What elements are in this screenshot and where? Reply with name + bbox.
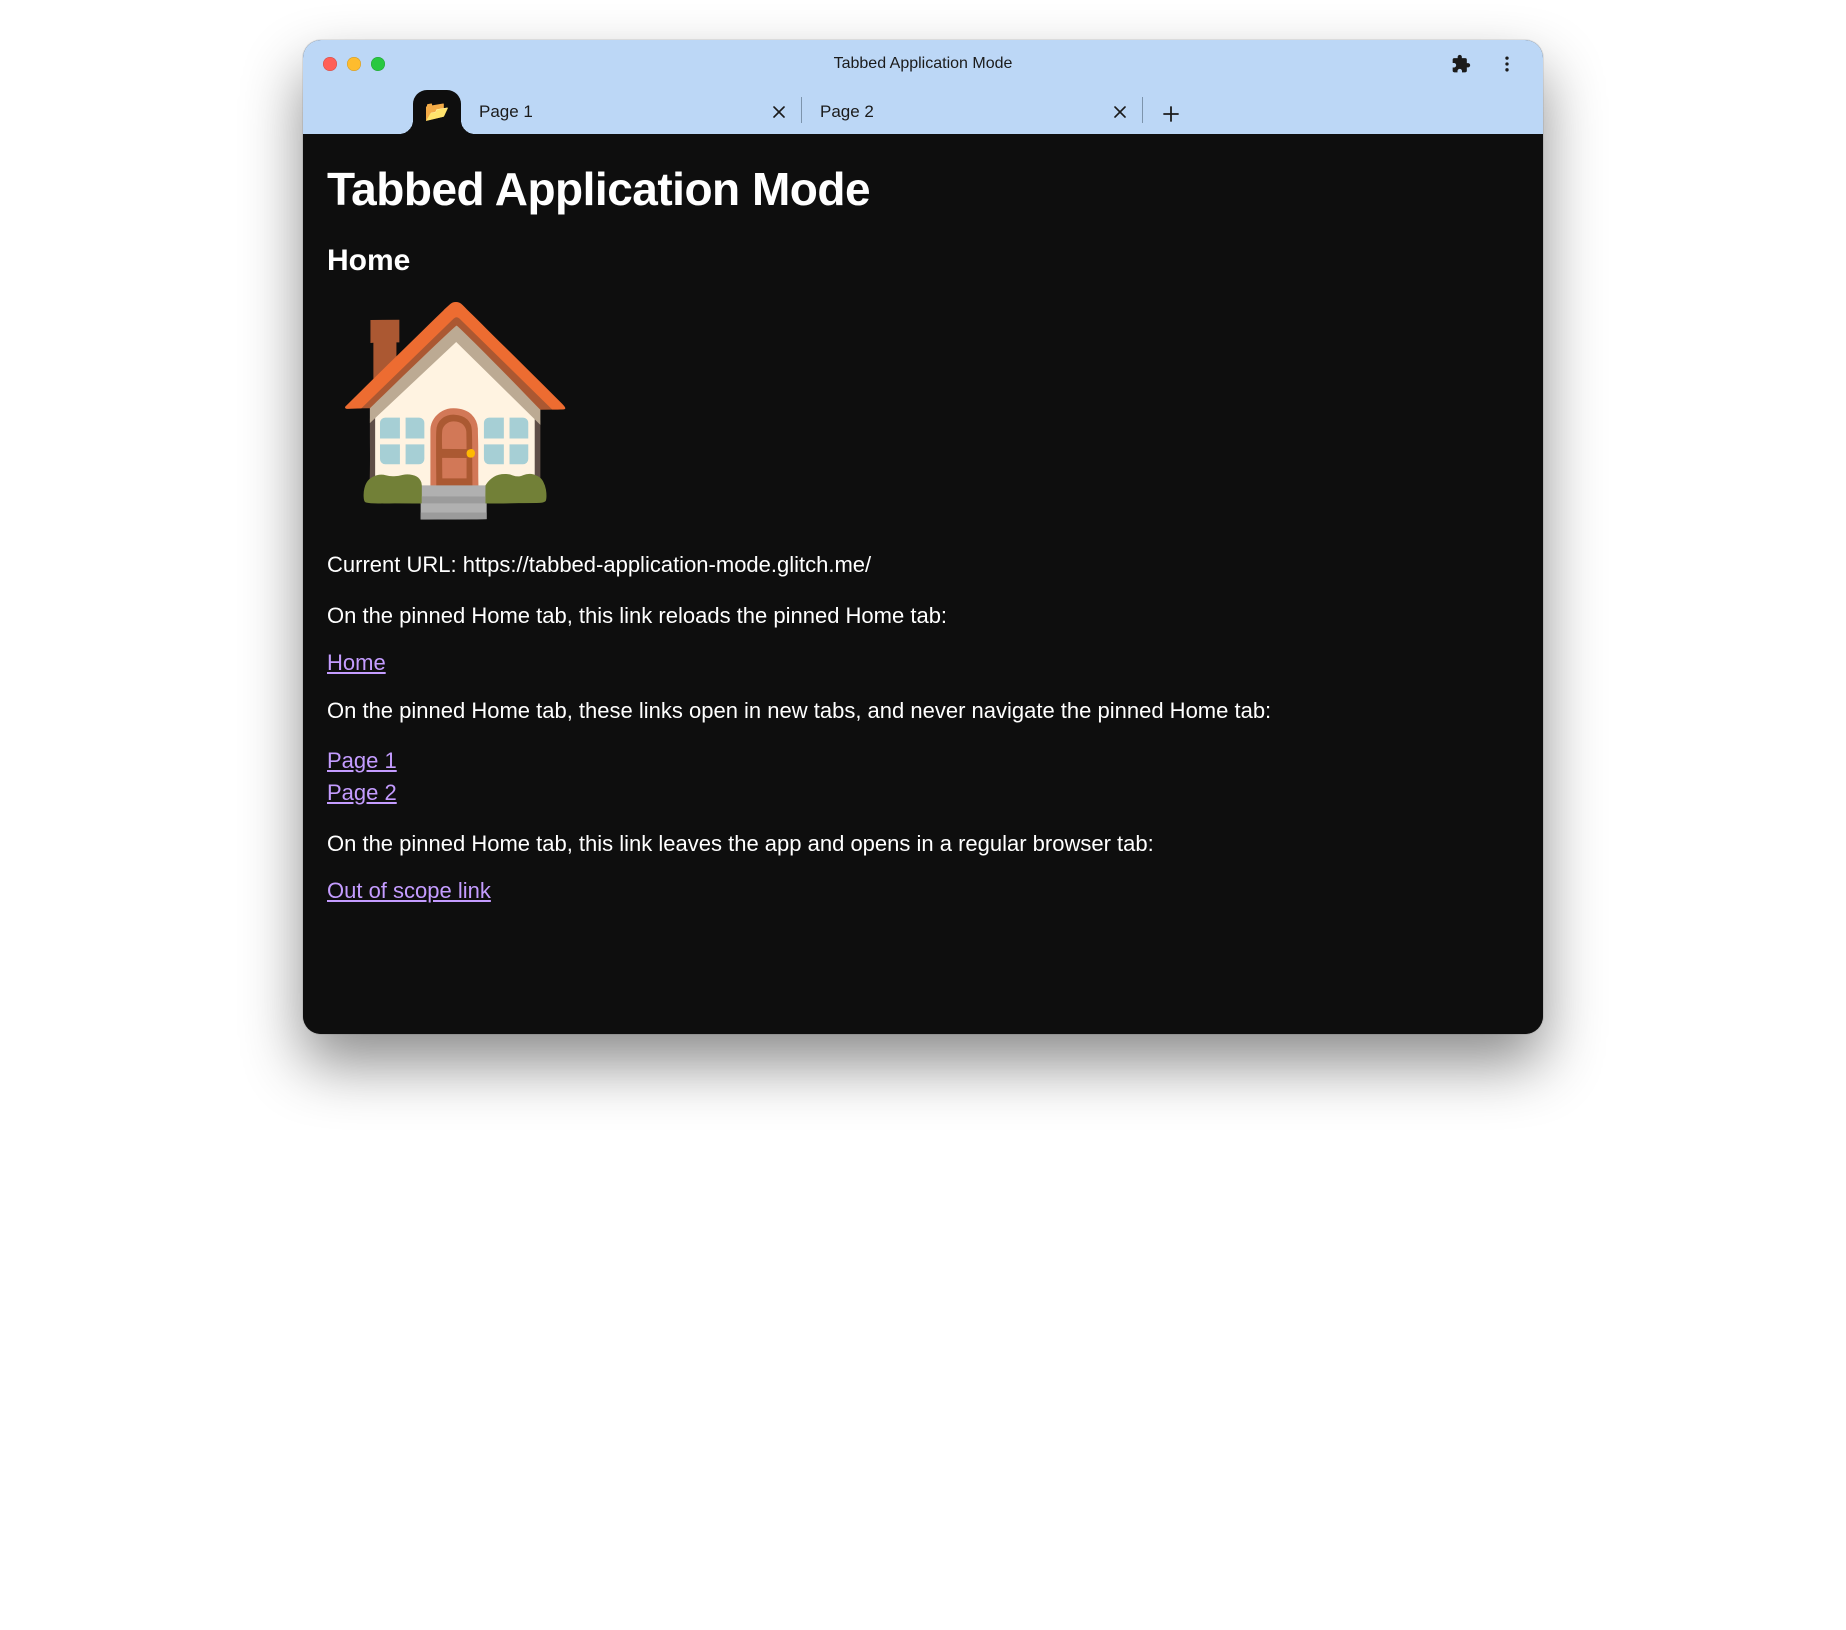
paragraph-reload: On the pinned Home tab, this link reload…	[327, 599, 1519, 632]
window-title: Tabbed Application Mode	[303, 55, 1543, 73]
traffic-lights	[323, 57, 385, 71]
tab-separator	[1142, 97, 1143, 123]
tab-label: Page 2	[820, 102, 1108, 122]
kebab-icon	[1497, 54, 1517, 74]
tab-close-button[interactable]	[1108, 100, 1132, 124]
pinned-home-tab[interactable]: 📂	[413, 90, 461, 134]
page-1-link[interactable]: Page 1	[327, 745, 1519, 777]
home-link[interactable]: Home	[327, 650, 386, 675]
house-icon: 🏠	[331, 308, 1519, 508]
page-links-block: Page 1 Page 2	[327, 745, 1519, 809]
close-icon	[1114, 106, 1126, 118]
tab-label: Page 1	[479, 102, 767, 122]
more-menu-button[interactable]	[1493, 50, 1521, 78]
new-tab-button[interactable]	[1153, 96, 1189, 132]
window-minimize-button[interactable]	[347, 57, 361, 71]
puzzle-icon	[1451, 54, 1471, 74]
plus-icon	[1163, 106, 1179, 122]
titlebar: Tabbed Application Mode	[303, 40, 1543, 88]
close-icon	[773, 106, 785, 118]
window-zoom-button[interactable]	[371, 57, 385, 71]
page-2-link[interactable]: Page 2	[327, 777, 1519, 809]
paragraph-newtabs: On the pinned Home tab, these links open…	[327, 694, 1519, 727]
extensions-button[interactable]	[1447, 50, 1475, 78]
tab-page-1[interactable]: Page 1	[461, 92, 801, 132]
page-content: Tabbed Application Mode Home 🏠 Current U…	[303, 134, 1543, 1034]
titlebar-right	[1447, 50, 1527, 78]
out-of-scope-link[interactable]: Out of scope link	[327, 878, 491, 903]
tab-page-2[interactable]: Page 2	[802, 92, 1142, 132]
folder-icon: 📂	[425, 102, 450, 122]
tabstrip: 📂 Page 1 Page 2	[303, 88, 1543, 134]
tab-close-button[interactable]	[767, 100, 791, 124]
page-title: Tabbed Application Mode	[327, 162, 1519, 216]
page-subtitle: Home	[327, 244, 1519, 278]
window-close-button[interactable]	[323, 57, 337, 71]
current-url-line: Current URL: https://tabbed-application-…	[327, 548, 1519, 581]
paragraph-outofscope: On the pinned Home tab, this link leaves…	[327, 827, 1519, 860]
app-window: Tabbed Application Mode 📂 Page 1	[303, 40, 1543, 1034]
